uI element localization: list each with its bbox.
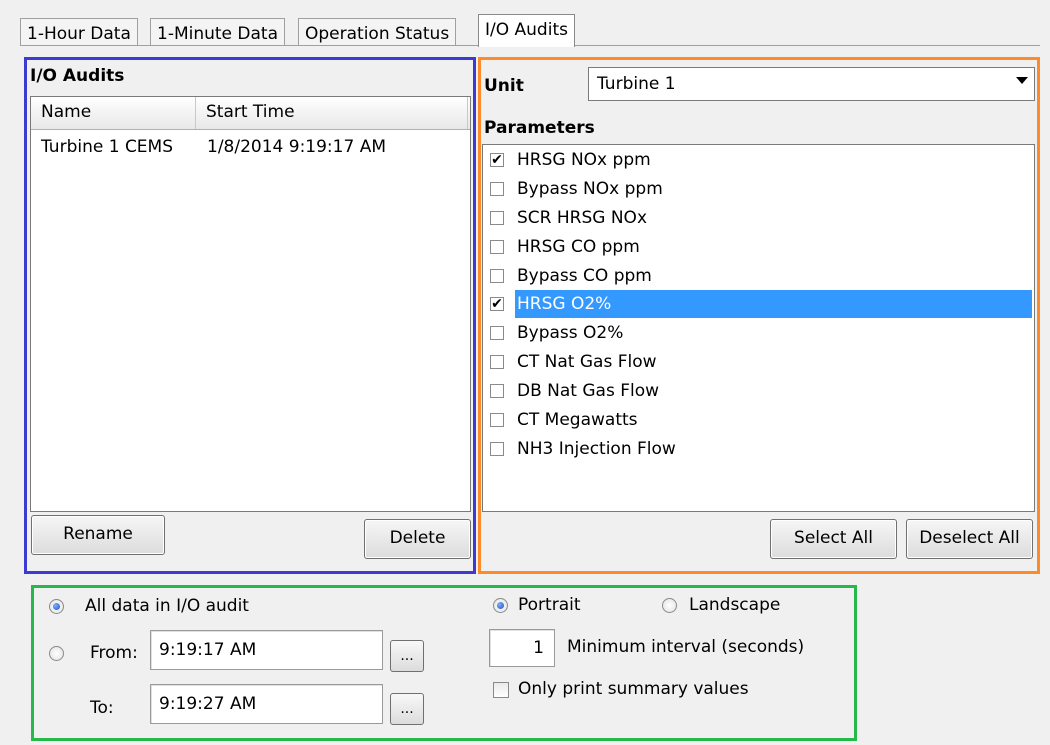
audits-list-header: Name Start Time (31, 97, 470, 130)
unit-label: Unit (484, 76, 524, 96)
parameter-checkbox[interactable]: ✔ (490, 153, 504, 167)
delete-button[interactable]: Delete (364, 519, 471, 559)
column-header-start-time[interactable]: Start Time (196, 97, 468, 129)
parameter-label: NH3 Injection Flow (517, 439, 676, 459)
from-time-value: 9:19:17 AM (159, 640, 257, 660)
deselect-all-button[interactable]: Deselect All (906, 519, 1033, 559)
parameter-label: HRSG CO ppm (517, 237, 640, 257)
parameter-checkbox[interactable]: ✔ (490, 297, 504, 311)
landscape-radio[interactable] (662, 598, 677, 613)
from-label: From: (90, 643, 138, 663)
parameter-checkbox[interactable] (490, 269, 504, 283)
parameter-label: CT Megawatts (517, 410, 638, 430)
parameter-label: Bypass NOx ppm (517, 179, 663, 199)
from-picker-button[interactable]: ... (390, 640, 424, 672)
all-data-label: All data in I/O audit (85, 596, 249, 616)
parameter-label: HRSG O2% (515, 290, 1032, 318)
to-time-field[interactable]: 9:19:27 AM (150, 684, 383, 724)
parameters-checklist[interactable]: ✔ HRSG NOx ppm Bypass NOx ppm SCR HRSG N… (482, 144, 1035, 512)
parameter-item[interactable]: Bypass CO ppm (487, 262, 1032, 290)
all-data-radio[interactable] (49, 599, 64, 614)
tab-operation-status[interactable]: Operation Status (298, 18, 457, 46)
parameter-item-selected[interactable]: ✔ HRSG O2% (487, 290, 1032, 318)
parameter-checkbox[interactable] (490, 182, 504, 196)
parameter-item[interactable]: ✔ HRSG NOx ppm (487, 146, 1032, 174)
parameter-item[interactable]: SCR HRSG NOx (487, 204, 1032, 232)
parameter-checkbox[interactable] (490, 326, 504, 340)
portrait-radio[interactable] (493, 598, 508, 613)
parameter-label: DB Nat Gas Flow (517, 381, 660, 401)
parameter-item[interactable]: CT Megawatts (487, 406, 1032, 434)
rename-button[interactable]: Rename (31, 515, 165, 555)
parameter-label: Bypass O2% (517, 323, 624, 343)
min-interval-value: 1 (533, 638, 544, 658)
tab-1-hour-data[interactable]: 1-Hour Data (20, 18, 138, 46)
min-interval-label: Minimum interval (seconds) (567, 637, 805, 657)
audit-start-time: 1/8/2014 9:19:17 AM (207, 137, 386, 157)
audits-list[interactable]: Name Start Time Turbine 1 CEMS 1/8/2014 … (30, 96, 471, 512)
parameter-item[interactable]: NH3 Injection Flow (487, 435, 1032, 463)
from-range-radio[interactable] (49, 646, 64, 661)
summary-only-checkbox[interactable] (493, 682, 509, 698)
audit-name: Turbine 1 CEMS (41, 137, 174, 157)
parameter-item[interactable]: CT Nat Gas Flow (487, 348, 1032, 376)
parameter-checkbox[interactable] (490, 355, 504, 369)
from-time-field[interactable]: 9:19:17 AM (150, 630, 383, 670)
parameter-item[interactable]: Bypass O2% (487, 319, 1032, 347)
select-all-button[interactable]: Select All (770, 519, 897, 559)
parameter-label: SCR HRSG NOx (517, 208, 647, 228)
to-picker-button[interactable]: ... (390, 693, 424, 725)
audit-row[interactable]: Turbine 1 CEMS 1/8/2014 9:19:17 AM (31, 133, 470, 161)
audits-title: I/O Audits (30, 66, 125, 86)
tab-1-minute-data[interactable]: 1-Minute Data (150, 18, 286, 46)
parameter-item[interactable]: Bypass NOx ppm (487, 175, 1032, 203)
summary-only-label: Only print summary values (518, 679, 749, 699)
parameter-checkbox[interactable] (490, 442, 504, 456)
parameter-label: HRSG NOx ppm (517, 150, 651, 170)
to-label: To: (90, 698, 114, 718)
unit-dropdown[interactable]: Turbine 1 (588, 67, 1035, 101)
parameter-item[interactable]: DB Nat Gas Flow (487, 377, 1032, 405)
parameter-label: CT Nat Gas Flow (517, 352, 657, 372)
min-interval-field[interactable]: 1 (489, 629, 555, 667)
parameter-checkbox[interactable] (490, 413, 504, 427)
chevron-down-icon[interactable] (1016, 77, 1028, 84)
parameter-checkbox[interactable] (490, 211, 504, 225)
unit-dropdown-value: Turbine 1 (597, 74, 676, 94)
parameter-checkbox[interactable] (490, 240, 504, 254)
parameters-label: Parameters (484, 118, 595, 138)
portrait-label: Portrait (518, 595, 581, 615)
to-time-value: 9:19:27 AM (159, 694, 257, 714)
landscape-label: Landscape (689, 595, 781, 615)
column-header-name[interactable]: Name (31, 97, 196, 129)
parameter-label: Bypass CO ppm (517, 266, 652, 286)
tab-io-audits[interactable]: I/O Audits (478, 14, 575, 47)
parameter-checkbox[interactable] (490, 384, 504, 398)
parameter-item[interactable]: HRSG CO ppm (487, 233, 1032, 261)
